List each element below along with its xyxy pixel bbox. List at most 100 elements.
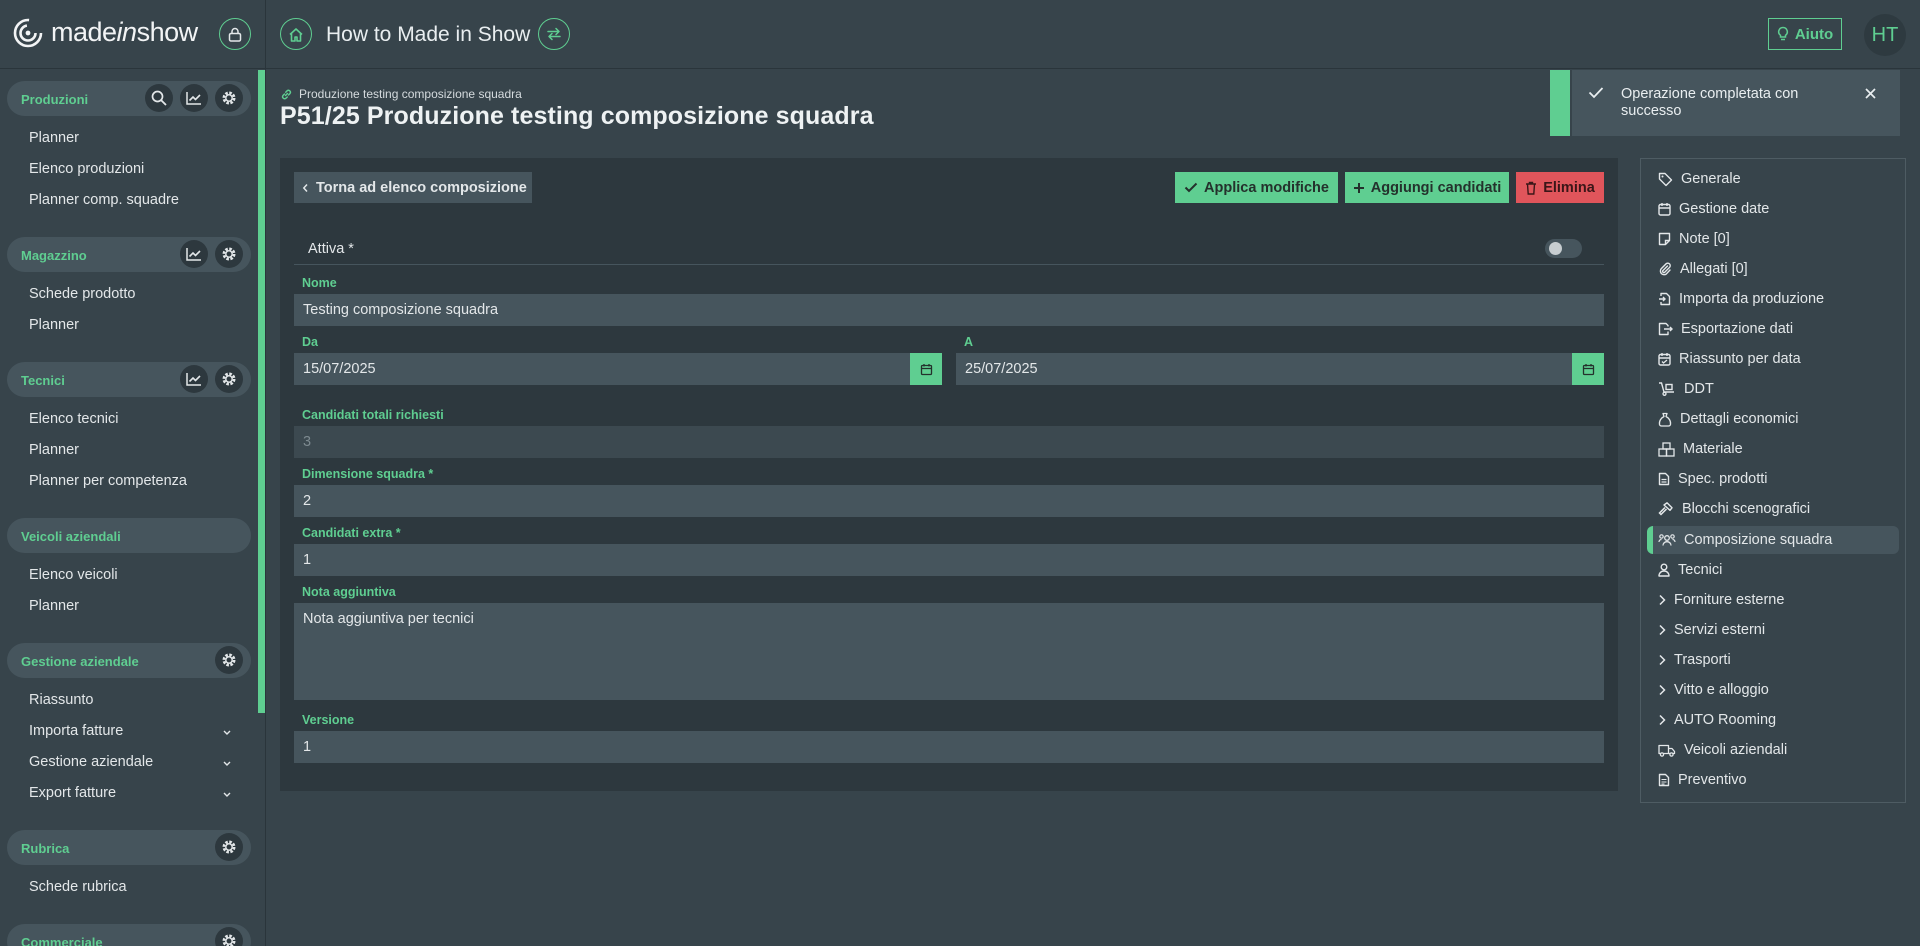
menu-item-generale[interactable]: Generale [1658, 164, 1741, 194]
gear-icon [222, 247, 236, 261]
menu-item-materiale[interactable]: Materiale [1658, 434, 1743, 464]
menu-item-dettagli-economici[interactable]: Dettagli economici [1658, 404, 1798, 434]
section-rubrica[interactable]: Rubrica [7, 830, 251, 865]
section-gestione-aziendale[interactable]: Gestione aziendale [7, 643, 251, 678]
da-date-field[interactable]: 15/07/2025 [294, 353, 910, 385]
menu-item-auto-rooming[interactable]: AUTO Rooming [1658, 705, 1776, 735]
nome-field[interactable]: Testing composizione squadra [294, 294, 1604, 326]
menu-item-allegati[interactable]: Allegati [0] [1658, 254, 1748, 284]
apply-changes-button[interactable]: Applica modifiche [1175, 172, 1338, 203]
versione-field[interactable]: 1 [294, 731, 1604, 763]
help-button[interactable]: Aiuto [1768, 18, 1842, 50]
menu-item-composizione-squadra[interactable]: Composizione squadra [1658, 525, 1832, 555]
sidebar-item-planner[interactable]: Planner [29, 317, 79, 333]
menu-item-importa-da-produzione[interactable]: Importa da produzione [1658, 284, 1824, 314]
section-commerciale[interactable]: Commerciale [7, 924, 251, 946]
sidebar-item-planner[interactable]: Planner [29, 442, 79, 458]
menu-item-forniture-esterne[interactable]: Forniture esterne [1658, 585, 1784, 615]
avatar[interactable]: HT [1864, 14, 1906, 56]
dimensione-squadra-label: Dimensione squadra * [302, 467, 434, 481]
sidebar-item-export-fatture[interactable]: Export fatture [29, 785, 116, 801]
menu-item-veicoli-aziendali[interactable]: Veicoli aziendali [1658, 735, 1787, 765]
attiva-toggle[interactable] [1545, 239, 1582, 258]
menu-item-vitto-alloggio[interactable]: Vitto e alloggio [1658, 675, 1769, 705]
toast-message: Operazione completata con successo [1621, 86, 1799, 119]
nota-aggiuntiva-textarea[interactable]: Nota aggiuntiva per tecnici [294, 603, 1604, 700]
gear-icon [222, 372, 236, 386]
chevron-down-icon[interactable] [222, 791, 232, 798]
menu-item-note[interactable]: Note [0] [1658, 224, 1730, 254]
candidati-extra-field[interactable]: 1 [294, 544, 1604, 576]
menu-item-label: Dettagli economici [1680, 411, 1799, 427]
back-to-list-button[interactable]: Torna ad elenco composizione [294, 172, 532, 203]
home-button[interactable] [280, 18, 312, 50]
da-calendar-button[interactable] [910, 353, 942, 385]
settings-button[interactable] [215, 365, 243, 393]
trash-icon [1526, 181, 1537, 195]
sidebar-item-schede-rubrica[interactable]: Schede rubrica [29, 879, 127, 895]
sidebar-item-planner[interactable]: Planner [29, 598, 79, 614]
sidebar-item-riassunto[interactable]: Riassunto [29, 692, 93, 708]
settings-button[interactable] [215, 833, 243, 861]
section-tecnici[interactable]: Tecnici [7, 362, 251, 397]
settings-button[interactable] [215, 646, 243, 674]
close-icon[interactable] [1864, 87, 1877, 100]
app-logo[interactable]: madeinshow [13, 17, 198, 48]
switch-button[interactable] [538, 18, 570, 50]
section-produzioni[interactable]: Produzioni [7, 81, 251, 116]
chevron-down-icon[interactable] [222, 729, 232, 736]
stats-button[interactable] [180, 84, 208, 112]
stats-button[interactable] [180, 365, 208, 393]
lock-icon [228, 27, 242, 42]
section-title: Commerciale [21, 935, 103, 946]
sidebar-item-gestione-aziendale[interactable]: Gestione aziendale [29, 754, 153, 770]
sidebar-item-elenco-tecnici[interactable]: Elenco tecnici [29, 411, 118, 427]
a-date-field[interactable]: 25/07/2025 [956, 353, 1572, 385]
back-label: Torna ad elenco composizione [316, 179, 527, 196]
menu-item-label: Preventivo [1678, 772, 1747, 788]
section-magazzino[interactable]: Magazzino [7, 237, 251, 272]
add-candidates-button[interactable]: Aggiungi candidati [1345, 172, 1509, 203]
sidebar-item-planner-competenza[interactable]: Planner per competenza [29, 473, 187, 489]
sidebar-item-planner[interactable]: Planner [29, 130, 79, 146]
menu-item-ddt[interactable]: DDT [1658, 374, 1714, 404]
sidebar-item-schede-prodotto[interactable]: Schede prodotto [29, 286, 135, 302]
menu-item-tecnici[interactable]: Tecnici [1658, 555, 1722, 585]
dimensione-squadra-field[interactable]: 2 [294, 485, 1604, 517]
settings-button[interactable] [215, 927, 243, 946]
toggle-knob [1549, 242, 1562, 255]
sidebar-item-planner-comp-squadre[interactable]: Planner comp. squadre [29, 192, 179, 208]
menu-item-esportazione-dati[interactable]: Esportazione dati [1658, 314, 1793, 344]
a-calendar-button[interactable] [1572, 353, 1604, 385]
menu-item-preventivo[interactable]: Preventivo [1658, 765, 1747, 795]
user-icon [1658, 563, 1670, 577]
lightbulb-icon [1777, 26, 1788, 41]
chevron-down-icon[interactable] [222, 760, 232, 767]
candidati-totali-field: 3 [294, 426, 1604, 458]
search-button[interactable] [145, 84, 173, 112]
search-icon [151, 90, 167, 106]
lock-button[interactable] [219, 18, 251, 50]
section-veicoli[interactable]: Veicoli aziendali [7, 518, 251, 553]
sidebar-item-importa-fatture[interactable]: Importa fatture [29, 723, 123, 739]
section-title: Gestione aziendale [21, 654, 139, 669]
menu-item-blocchi-scenografici[interactable]: Blocchi scenografici [1658, 494, 1810, 524]
menu-item-servizi-esterni[interactable]: Servizi esterni [1658, 615, 1765, 645]
menu-item-label: Materiale [1683, 441, 1743, 457]
chevron-right-icon [1659, 684, 1666, 696]
menu-item-spec-prodotti[interactable]: Spec. prodotti [1658, 464, 1767, 494]
stats-button[interactable] [180, 240, 208, 268]
delete-button[interactable]: Elimina [1516, 172, 1604, 203]
menu-item-gestione-date[interactable]: Gestione date [1658, 194, 1769, 224]
menu-item-label: DDT [1684, 381, 1714, 397]
settings-button[interactable] [215, 84, 243, 112]
menu-item-label: Forniture esterne [1674, 592, 1785, 608]
menu-item-label: Composizione squadra [1684, 532, 1833, 548]
settings-button[interactable] [215, 240, 243, 268]
sidebar-scroll-accent[interactable] [258, 70, 265, 713]
menu-item-riassunto-per-data[interactable]: Riassunto per data [1658, 344, 1801, 374]
menu-item-trasporti[interactable]: Trasporti [1658, 645, 1731, 675]
sidebar-item-elenco-produzioni[interactable]: Elenco produzioni [29, 161, 144, 177]
sidebar-item-elenco-veicoli[interactable]: Elenco veicoli [29, 567, 118, 583]
breadcrumb[interactable]: Produzione testing composizione squadra [280, 87, 522, 101]
